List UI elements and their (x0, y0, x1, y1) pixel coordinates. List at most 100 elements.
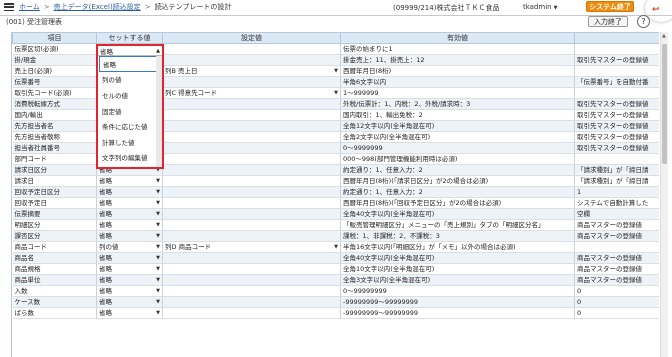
set-value-select[interactable]: 省略 (99, 264, 112, 274)
cell-set-value[interactable]: 省略 ▼ (96, 230, 163, 242)
cell-item: 課否区分 (12, 230, 97, 242)
dropdown-option[interactable]: 省略 (99, 56, 157, 72)
cell-set-value[interactable]: 省略 ▼ (96, 307, 163, 319)
cell-config-value[interactable] (162, 197, 341, 209)
cell-note: 0 (574, 307, 659, 319)
dropdown-scrollbar[interactable] (156, 56, 162, 167)
cell-config-value[interactable]: 列D 商品コード ▼ (162, 241, 341, 253)
cell-set-value[interactable]: 省略 ▼ (96, 296, 163, 308)
dropdown-option[interactable]: セルの値 (99, 87, 157, 103)
set-value-select[interactable]: 省略 (99, 187, 112, 197)
cell-note (574, 65, 659, 77)
chevron-down-icon: ▼ (156, 222, 160, 228)
chevron-down-icon: ▼ (156, 288, 160, 294)
dropdown-selected[interactable]: 省略 ▲ (98, 46, 162, 56)
cell-set-value[interactable]: 省略 ▼ (96, 285, 163, 297)
cell-config-value[interactable] (162, 76, 341, 88)
cell-config-value[interactable] (162, 120, 341, 132)
cell-set-value[interactable]: 省略 ▼ (96, 219, 163, 231)
cell-config-value[interactable] (162, 263, 341, 275)
breadcrumb-home-link[interactable]: ホーム (19, 2, 40, 12)
cell-config-value[interactable] (162, 175, 341, 187)
dropdown-option[interactable]: 文字列の編集値 (99, 150, 157, 166)
cell-config-value[interactable] (162, 131, 341, 143)
cell-config-value[interactable]: 列C 得意先コード ▼ (162, 87, 341, 99)
set-value-select[interactable]: 省略 (99, 198, 112, 208)
cell-note: システムで自動計算した (574, 197, 659, 209)
user-name: tkadmin (523, 3, 552, 11)
cell-config-value[interactable] (162, 43, 341, 55)
set-value-select[interactable]: 省略 (99, 286, 112, 296)
cell-config-value[interactable] (162, 252, 341, 264)
cell-item: 伝票番号 (12, 76, 97, 88)
cell-item: 国内/輸出 (12, 109, 97, 121)
set-value-select[interactable]: 省略 (99, 231, 112, 241)
set-value-select[interactable]: 列の値 (99, 242, 119, 252)
cell-config-value[interactable] (162, 285, 341, 297)
cell-set-value[interactable]: 列の値 ▼ (96, 241, 163, 253)
cell-config-value[interactable] (162, 164, 341, 176)
cell-config-value[interactable] (162, 142, 341, 154)
cell-set-value[interactable]: 省略 ▼ (96, 274, 163, 286)
cell-item: 掛/現金 (12, 54, 97, 66)
set-value-select[interactable]: 省略 (99, 209, 112, 219)
cell-config-value[interactable] (162, 296, 341, 308)
cell-config-value[interactable] (162, 109, 341, 121)
cell-item: 部門コード (12, 153, 97, 165)
cell-config-value[interactable] (162, 186, 341, 198)
set-value-select[interactable]: 省略 (99, 297, 112, 307)
cell-note: 「請求種別」が「締日請 (574, 164, 659, 176)
cell-config-value[interactable]: 列B 売上日 ▼ (162, 65, 341, 77)
cell-note: 空欄 (574, 208, 659, 220)
breadcrumb-parent-link[interactable]: 売上データ(Excel)読込設定 (54, 2, 141, 12)
input-end-button[interactable]: 入力終了 (588, 16, 628, 27)
cell-valid-value: 全角3文字以内(全半角混在可) (340, 274, 575, 286)
dropdown-option[interactable]: 固定値 (99, 103, 157, 119)
cell-set-value[interactable]: 省略 ▼ (96, 208, 163, 220)
set-value-select[interactable]: 省略 (99, 220, 112, 230)
scrollbar-thumb[interactable] (662, 44, 667, 164)
cell-note: 取引先マスターの登録値 (574, 120, 659, 132)
table-row: 請求日 省略 ▼ 西暦年月日(8桁)(「請求日区分」が2の場合は必須) 「請求種別」が「… (12, 175, 659, 187)
cell-config-value[interactable] (162, 230, 341, 242)
cell-valid-value: 国内取引：1、輸出免税：2 (340, 109, 575, 121)
config-value-select[interactable]: 列B 売上日 (165, 66, 198, 76)
cell-set-value[interactable]: 省略 ▼ (96, 175, 163, 187)
cell-note: 商品マスターの登録値 (574, 219, 659, 231)
set-value-select[interactable]: 省略 (99, 253, 112, 263)
cell-config-value[interactable] (162, 208, 341, 220)
set-value-select[interactable]: 省略 (99, 308, 112, 318)
cell-item: ばら数 (12, 307, 97, 319)
system-end-button[interactable]: システム終了 (586, 1, 634, 12)
cell-config-value[interactable] (162, 153, 341, 165)
cell-note (574, 87, 659, 99)
set-value-select[interactable]: 省略 (99, 275, 112, 285)
cell-item: 消費税転嫁方式 (12, 98, 97, 110)
chevron-down-icon: ▼ (156, 266, 160, 272)
cell-note: 0 (574, 296, 659, 308)
vertical-scrollbar[interactable]: ▲ (660, 32, 668, 357)
cell-set-value[interactable]: 省略 ▼ (96, 263, 163, 275)
cell-item: 伝票区切(必須) (12, 43, 97, 55)
cell-set-value[interactable]: 省略 ▼ (96, 197, 163, 209)
set-value-select[interactable]: 省略 (99, 176, 112, 186)
user-menu[interactable]: tkadmin ▼ (523, 3, 557, 11)
config-value-select[interactable]: 列D 商品コード (165, 242, 211, 252)
scroll-up-icon[interactable]: ▲ (662, 33, 666, 39)
dropdown-option[interactable]: 条件に応じた値 (99, 118, 157, 134)
dropdown-option[interactable]: 列の値 (99, 72, 157, 88)
cell-config-value[interactable] (162, 98, 341, 110)
breadcrumb-separator-icon: > (43, 3, 50, 11)
cell-config-value[interactable] (162, 274, 341, 286)
hamburger-menu-icon[interactable] (3, 2, 15, 12)
cell-config-value[interactable] (162, 219, 341, 231)
cell-set-value[interactable]: 省略 ▼ (96, 252, 163, 264)
help-icon[interactable]: ? (637, 15, 650, 28)
config-value-select[interactable]: 列C 得意先コード (165, 88, 217, 98)
dropdown-option[interactable]: 計算した値 (99, 134, 157, 150)
cell-config-value[interactable] (162, 54, 341, 66)
set-value-dropdown[interactable]: 省略 ▲ 省略 列の値 セルの値 固定値 条件に応じた値 計算した値 文字列の編集値 (96, 44, 164, 169)
column-header-set-value: セットする値 (96, 32, 163, 44)
cell-config-value[interactable] (162, 307, 341, 319)
cell-set-value[interactable]: 省略 ▼ (96, 186, 163, 198)
